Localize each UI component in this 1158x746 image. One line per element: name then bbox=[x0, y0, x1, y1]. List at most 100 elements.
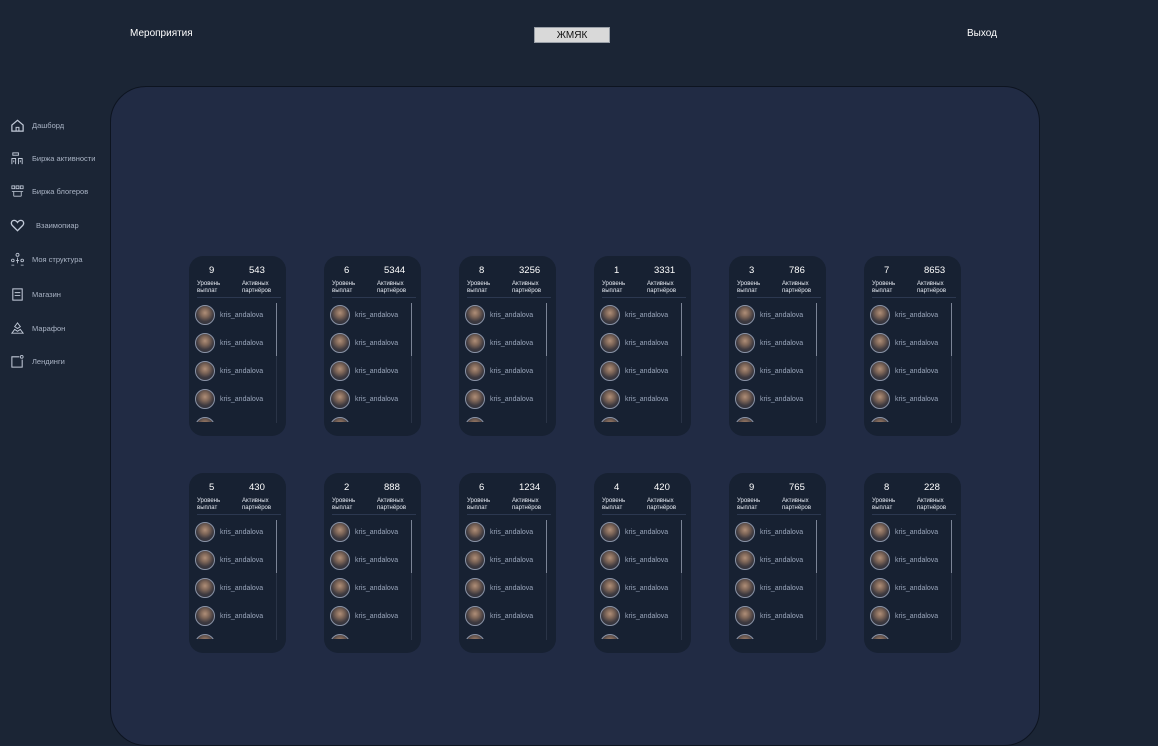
list-item[interactable]: kris_andalova bbox=[195, 357, 281, 385]
sidebar-item-landings[interactable]: Лендинги bbox=[10, 351, 65, 371]
events-link[interactable]: Мероприятия bbox=[130, 28, 193, 39]
list-item[interactable]: kris_andalova bbox=[735, 602, 821, 630]
list-item[interactable] bbox=[465, 413, 551, 422]
list-item[interactable]: kris_andalova bbox=[600, 602, 686, 630]
list-item[interactable]: kris_andalova bbox=[195, 301, 281, 329]
sidebar-item-marathon[interactable]: Марафон bbox=[10, 318, 65, 338]
list-item[interactable]: kris_andalova bbox=[465, 301, 551, 329]
list-item[interactable]: kris_andalova bbox=[330, 385, 416, 413]
list-item[interactable]: kris_andalova bbox=[465, 385, 551, 413]
avatar bbox=[600, 550, 620, 570]
list-item[interactable]: kris_andalova bbox=[870, 385, 956, 413]
username: kris_andalova bbox=[760, 584, 804, 592]
username: kris_andalova bbox=[760, 311, 804, 319]
list-item[interactable]: kris_andalova bbox=[735, 357, 821, 385]
list-item[interactable]: kris_andalova bbox=[465, 546, 551, 574]
list-item[interactable]: kris_andalova bbox=[195, 518, 281, 546]
partner-list: kris_andalova kris_andalova kris_andalova k… bbox=[870, 518, 956, 639]
list-item[interactable]: kris_andalova bbox=[600, 518, 686, 546]
scrollbar[interactable] bbox=[276, 520, 277, 573]
logout-link[interactable]: Выход bbox=[967, 28, 997, 39]
list-item[interactable]: kris_andalova bbox=[735, 574, 821, 602]
payout-level-label: Уровень выплат bbox=[737, 281, 761, 294]
scrollbar[interactable] bbox=[411, 520, 412, 573]
list-item[interactable]: kris_andalova bbox=[600, 546, 686, 574]
scrollbar[interactable] bbox=[411, 303, 412, 356]
list-item[interactable] bbox=[195, 413, 281, 422]
list-item[interactable]: kris_andalova bbox=[600, 574, 686, 602]
scrollbar[interactable] bbox=[951, 520, 952, 573]
sidebar-item-bloggers-exchange[interactable]: Биржа блогеров bbox=[10, 181, 88, 201]
list-item[interactable]: kris_andalova bbox=[870, 574, 956, 602]
list-item[interactable] bbox=[735, 630, 821, 639]
scrollbar[interactable] bbox=[816, 520, 817, 573]
list-item[interactable]: kris_andalova bbox=[195, 574, 281, 602]
scrollbar[interactable] bbox=[816, 303, 817, 356]
list-item[interactable]: kris_andalova bbox=[330, 329, 416, 357]
scrollbar[interactable] bbox=[951, 303, 952, 356]
list-item[interactable]: kris_andalova bbox=[330, 301, 416, 329]
list-item[interactable] bbox=[870, 413, 956, 422]
list-item[interactable] bbox=[195, 630, 281, 639]
activity-exchange-icon bbox=[11, 151, 23, 164]
list-item[interactable]: kris_andalova bbox=[465, 574, 551, 602]
partner-list: kris_andalova kris_andalova kris_andalova k… bbox=[735, 301, 821, 422]
list-item[interactable] bbox=[870, 630, 956, 639]
list-item[interactable] bbox=[465, 630, 551, 639]
list-item[interactable]: kris_andalova bbox=[330, 602, 416, 630]
list-item[interactable]: kris_andalova bbox=[600, 329, 686, 357]
list-item[interactable]: kris_andalova bbox=[870, 357, 956, 385]
list-item[interactable] bbox=[600, 630, 686, 639]
list-item[interactable]: kris_andalova bbox=[735, 385, 821, 413]
list-item[interactable]: kris_andalova bbox=[600, 357, 686, 385]
payout-level-value: 9 bbox=[749, 482, 755, 493]
list-item[interactable] bbox=[600, 413, 686, 422]
list-item[interactable]: kris_andalova bbox=[870, 518, 956, 546]
username: kris_andalova bbox=[220, 612, 264, 620]
list-item[interactable]: kris_andalova bbox=[870, 602, 956, 630]
list-item[interactable]: kris_andalova bbox=[870, 546, 956, 574]
sidebar-item-dashboard[interactable]: Дашборд bbox=[10, 115, 64, 135]
list-item[interactable]: kris_andalova bbox=[330, 357, 416, 385]
list-item[interactable]: kris_andalova bbox=[870, 301, 956, 329]
list-item[interactable]: kris_andalova bbox=[600, 385, 686, 413]
card-captions: Уровень выплат Активных партнёров bbox=[332, 498, 416, 515]
list-item[interactable]: kris_andalova bbox=[870, 329, 956, 357]
list-item[interactable]: kris_andalova bbox=[195, 546, 281, 574]
sidebar-item-my-structure[interactable]: Моя структура bbox=[10, 249, 83, 269]
sidebar-item-mutual-pr[interactable]: Взаимопиар bbox=[10, 215, 79, 235]
list-item[interactable]: kris_andalova bbox=[330, 518, 416, 546]
scrollbar[interactable] bbox=[276, 303, 277, 356]
list-item[interactable]: kris_andalova bbox=[735, 518, 821, 546]
list-item[interactable]: kris_andalova bbox=[600, 301, 686, 329]
username: kris_andalova bbox=[625, 367, 669, 375]
avatar bbox=[195, 550, 215, 570]
zhmyak-button[interactable]: ЖМЯК bbox=[534, 27, 610, 43]
list-item[interactable]: kris_andalova bbox=[465, 357, 551, 385]
sidebar-item-shop[interactable]: Магазин bbox=[10, 284, 61, 304]
list-item[interactable]: kris_andalova bbox=[195, 329, 281, 357]
list-item[interactable]: kris_andalova bbox=[735, 329, 821, 357]
payout-level-label: Уровень выплат bbox=[872, 498, 896, 511]
list-item[interactable] bbox=[735, 413, 821, 422]
sidebar-item-activity-exchange[interactable]: Биржа активности bbox=[10, 148, 95, 168]
list-item[interactable]: kris_andalova bbox=[195, 385, 281, 413]
list-item[interactable]: kris_andalova bbox=[735, 301, 821, 329]
list-item[interactable]: kris_andalova bbox=[735, 546, 821, 574]
list-item[interactable]: kris_andalova bbox=[465, 329, 551, 357]
list-item[interactable]: kris_andalova bbox=[195, 602, 281, 630]
avatar bbox=[465, 606, 485, 626]
list-item[interactable]: kris_andalova bbox=[330, 574, 416, 602]
scrollbar[interactable] bbox=[546, 303, 547, 356]
list-item[interactable] bbox=[330, 630, 416, 639]
list-item[interactable] bbox=[330, 413, 416, 422]
scrollbar[interactable] bbox=[681, 520, 682, 573]
partner-list: kris_andalova kris_andalova kris_andalova k… bbox=[465, 518, 551, 639]
scrollbar[interactable] bbox=[681, 303, 682, 356]
list-item[interactable]: kris_andalova bbox=[465, 518, 551, 546]
card-captions: Уровень выплат Активных партнёров bbox=[737, 281, 821, 298]
list-item[interactable]: kris_andalova bbox=[465, 602, 551, 630]
username: kris_andalova bbox=[490, 311, 534, 319]
list-item[interactable]: kris_andalova bbox=[330, 546, 416, 574]
scrollbar[interactable] bbox=[546, 520, 547, 573]
